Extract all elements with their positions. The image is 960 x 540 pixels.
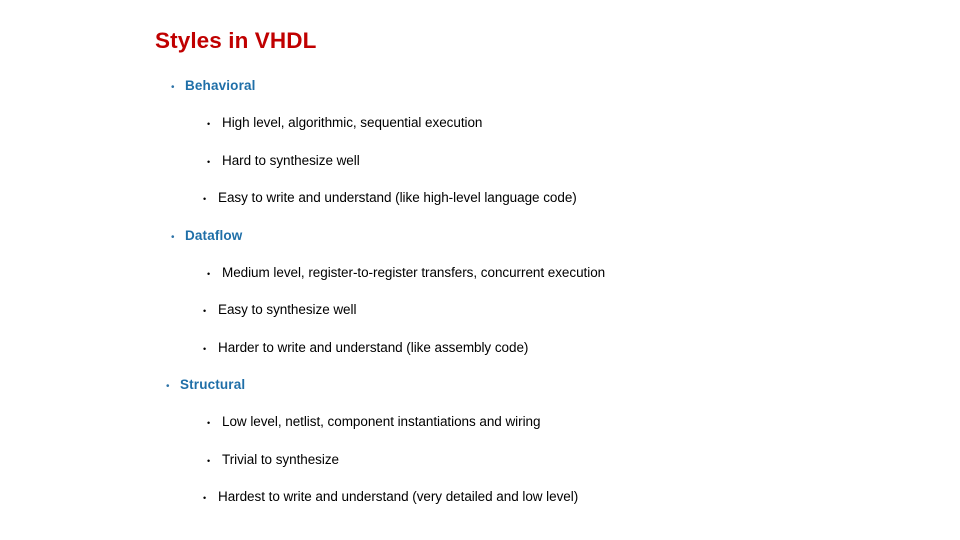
slide-body: • Behavioral • High level, algorithmic, …: [0, 78, 960, 527]
list-item: • Trivial to synthesize: [0, 452, 960, 490]
section-behavioral: • Behavioral • High level, algorithmic, …: [0, 78, 960, 228]
page-title: Styles in VHDL: [155, 28, 317, 53]
section-heading-behavioral: • Behavioral: [0, 78, 960, 115]
section-heading-label: Behavioral: [185, 78, 256, 93]
bullet-icon: •: [207, 119, 211, 129]
section-heading-label: Dataflow: [185, 227, 243, 243]
section-heading-dataflow: • Dataflow: [0, 228, 960, 265]
list-item: • Easy to synthesize well: [0, 302, 960, 340]
list-item: • Hard to synthesize well: [0, 153, 960, 191]
bullet-icon: •: [203, 493, 207, 503]
list-item-label: High level, algorithmic, sequential exec…: [222, 115, 483, 130]
bullet-icon: •: [207, 268, 211, 279]
list-item: • Harder to write and understand (like a…: [0, 340, 960, 378]
section-dataflow: • Dataflow • Medium level, register-to-r…: [0, 228, 960, 378]
section-heading-structural: • Structural: [0, 377, 960, 414]
bullet-icon: •: [171, 231, 175, 243]
list-item: • Medium level, register-to-register tra…: [0, 265, 960, 303]
bullet-icon: •: [171, 82, 175, 93]
list-item-label: Low level, netlist, component instantiat…: [222, 414, 541, 429]
bullet-icon: •: [203, 194, 207, 204]
section-heading-label: Structural: [180, 377, 246, 392]
slide: Styles in VHDL • Behavioral • High level…: [0, 0, 960, 540]
list-item-label: Hard to synthesize well: [222, 152, 360, 168]
list-item-label: Easy to write and understand (like high-…: [218, 190, 577, 205]
section-structural: • Structural • Low level, netlist, compo…: [0, 377, 960, 527]
list-item-label: Harder to write and understand (like ass…: [218, 339, 529, 355]
bullet-icon: •: [207, 418, 211, 428]
list-item-label: Hardest to write and understand (very de…: [218, 489, 579, 504]
bullet-icon: •: [203, 343, 207, 354]
list-item-label: Easy to synthesize well: [218, 302, 357, 317]
list-item: • Hardest to write and understand (very …: [0, 489, 960, 527]
list-item: • Easy to write and understand (like hig…: [0, 190, 960, 228]
list-item: • Low level, netlist, component instanti…: [0, 414, 960, 452]
bullet-icon: •: [207, 455, 211, 466]
list-item: • High level, algorithmic, sequential ex…: [0, 115, 960, 153]
list-item-label: Trivial to synthesize: [222, 451, 339, 467]
bullet-icon: •: [166, 381, 170, 392]
bullet-icon: •: [207, 156, 211, 167]
list-item-label: Medium level, register-to-register trans…: [222, 264, 606, 280]
bullet-icon: •: [203, 306, 207, 316]
